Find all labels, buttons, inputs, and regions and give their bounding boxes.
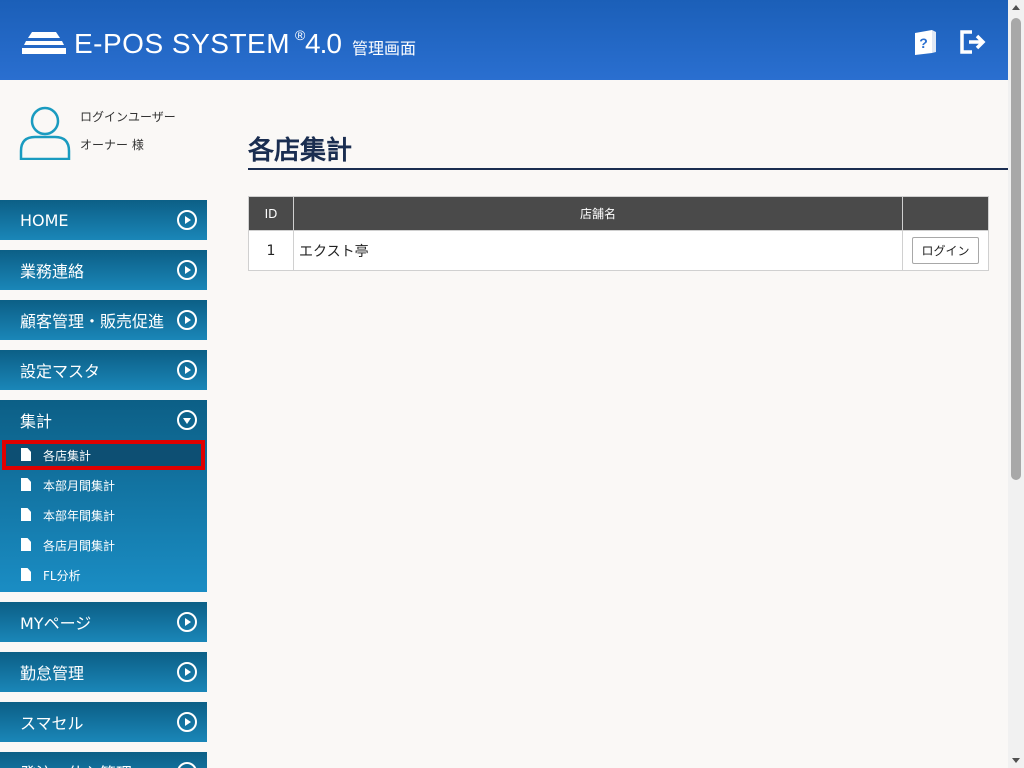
circle-play-icon [177, 762, 197, 768]
page-title: 各店集計 [248, 136, 353, 166]
cell-store-name: エクスト亭 [293, 230, 903, 271]
table-row: 1 エクスト亭 ログイン [248, 230, 989, 271]
table-header-row: ID 店舗名 [248, 196, 989, 231]
submenu-item-hq-yearly[interactable]: 本部年間集計 [0, 500, 207, 530]
sidebar-item-label: MYページ [20, 614, 92, 633]
user-avatar-icon [19, 106, 71, 160]
submenu-item-label: 本部年間集計 [43, 508, 116, 523]
circle-play-icon [177, 712, 197, 732]
column-header-action [902, 196, 989, 231]
sidebar-item-label: HOME [20, 210, 69, 230]
cell-id: 1 [248, 230, 294, 271]
circle-down-icon [177, 410, 197, 430]
login-user-name: オーナー 様 [80, 138, 144, 152]
sidebar-item-label: 発注・仕入管理 [20, 760, 132, 768]
sidebar-item-label: 業務連絡 [20, 262, 85, 281]
scroll-down-arrow-icon[interactable] [1012, 758, 1020, 763]
sidebar-item-my-page[interactable]: MYページ [0, 602, 207, 642]
logo-version: 4.0 [305, 28, 342, 59]
sidebar-item-label: 顧客管理・販売促進 [20, 312, 165, 331]
sidebar-item-customer-management[interactable]: 顧客管理・販売促進 [0, 300, 207, 340]
sidebar-item-settings-master[interactable]: 設定マスタ [0, 350, 207, 390]
document-icon [21, 448, 31, 461]
submenu-item-label: FL分析 [43, 568, 81, 583]
sidebar-group-aggregation: 集計 各店集計 本部月間集計 本部年間集計 各店月間集計 FL分析 [0, 400, 207, 592]
document-icon [21, 538, 31, 551]
submenu-item-label: 本部月間集計 [43, 478, 116, 493]
sidebar-item-home[interactable]: HOME [0, 200, 207, 240]
logo-registered-mark: ® [295, 27, 306, 43]
submenu-item-store-aggregation[interactable]: 各店集計 [2, 440, 205, 470]
sidebar-item-ordering[interactable]: 発注・仕入管理 [0, 752, 207, 768]
sidebar-submenu: 各店集計 本部月間集計 本部年間集計 各店月間集計 FL分析 [0, 440, 207, 592]
store-table: ID 店舗名 1 エクスト亭 ログイン [248, 196, 989, 271]
document-icon [21, 568, 31, 581]
circle-play-icon [177, 360, 197, 380]
circle-play-icon [177, 310, 197, 330]
sidebar-nav: HOME 業務連絡 顧客管理・販売促進 設定マスタ 集計 各店集計 本部月間集計 [0, 200, 207, 768]
logout-icon[interactable] [958, 28, 986, 56]
sidebar-item-business-notice[interactable]: 業務連絡 [0, 250, 207, 290]
circle-play-icon [177, 260, 197, 280]
submenu-item-hq-monthly[interactable]: 本部月間集計 [0, 470, 207, 500]
circle-play-icon [177, 612, 197, 632]
submenu-item-label: 各店集計 [43, 448, 92, 463]
sidebar-item-label: 設定マスタ [20, 362, 101, 381]
svg-text:?: ? [919, 35, 928, 51]
column-header-store-name: 店舗名 [293, 196, 903, 231]
cell-action: ログイン [902, 230, 989, 271]
sidebar-item-label: 勤怠管理 [20, 664, 85, 683]
app-header: E-POS SYSTEM ® 4.0 管理画面 ? [0, 0, 1008, 80]
sidebar-item-aggregation[interactable]: 集計 [0, 400, 207, 440]
submenu-item-fl-analysis[interactable]: FL分析 [0, 560, 207, 590]
help-book-icon[interactable]: ? [912, 28, 940, 56]
scroll-thumb[interactable] [1011, 18, 1021, 480]
circle-play-icon [177, 210, 197, 230]
login-user-label: ログインユーザー [80, 110, 176, 124]
sidebar-item-label: 集計 [20, 412, 53, 431]
logo-text: E-POS SYSTEM [74, 28, 291, 59]
circle-play-icon [177, 662, 197, 682]
column-header-id: ID [248, 196, 294, 231]
sidebar-item-label: スマセル [20, 714, 84, 733]
document-icon [21, 508, 31, 521]
login-button[interactable]: ログイン [912, 237, 979, 264]
submenu-item-label: 各店月間集計 [43, 538, 116, 553]
sidebar-item-attendance[interactable]: 勤怠管理 [0, 652, 207, 692]
submenu-item-store-monthly[interactable]: 各店月間集計 [0, 530, 207, 560]
title-divider [248, 168, 1008, 170]
logo-subtitle: 管理画面 [352, 39, 417, 58]
logo-icon [22, 32, 66, 54]
document-icon [21, 478, 31, 491]
vertical-scrollbar[interactable] [1008, 0, 1024, 768]
scroll-up-arrow-icon[interactable] [1012, 5, 1020, 10]
sidebar-item-smacell[interactable]: スマセル [0, 702, 207, 742]
